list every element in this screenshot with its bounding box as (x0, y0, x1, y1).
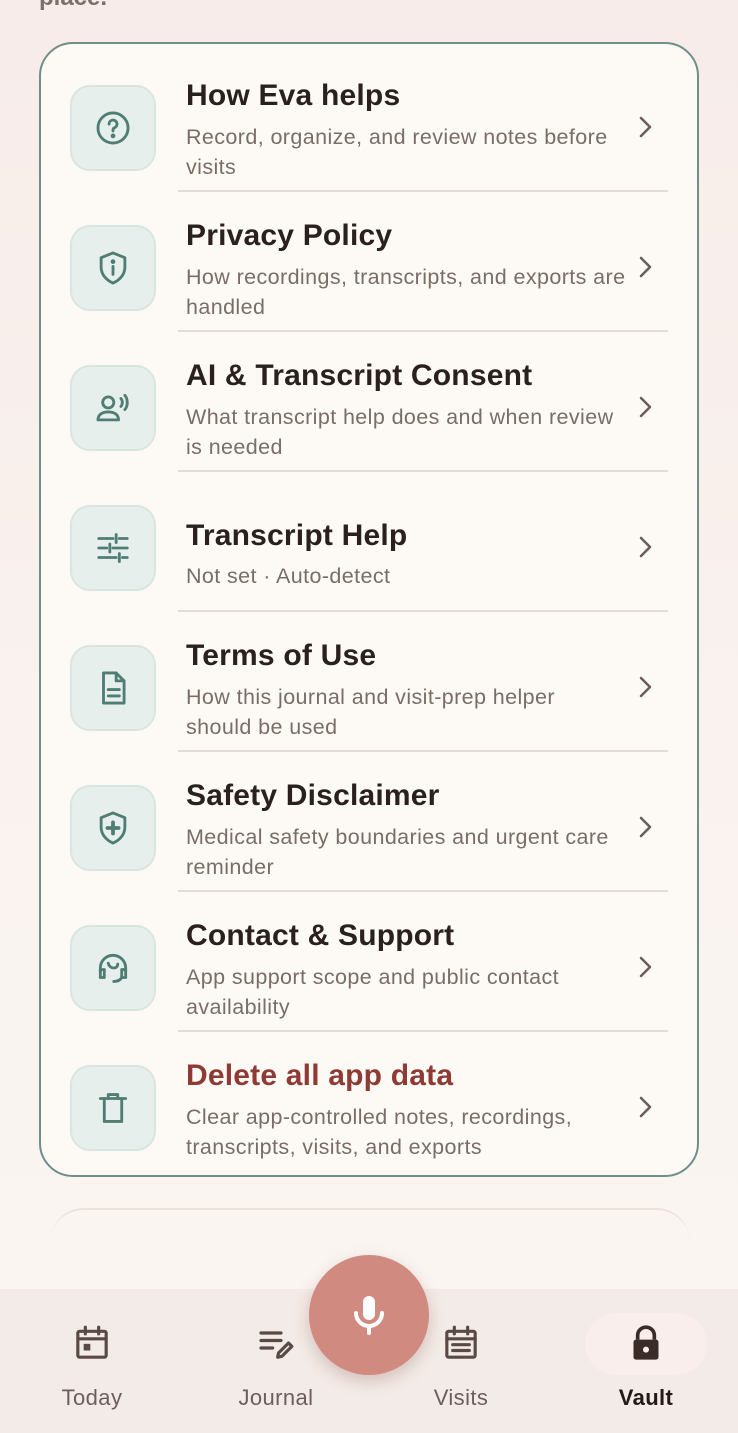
next-card-edge (50, 1208, 690, 1248)
menu-item-terms-of-use[interactable]: Terms of Use How this journal and visit-… (41, 612, 697, 752)
nav-vault[interactable]: Vault (576, 1289, 716, 1433)
menu-item-transcript-help[interactable]: Transcript Help Not set · Auto-detect (41, 472, 697, 612)
record-button[interactable] (309, 1255, 429, 1375)
calendar-icon (76, 1325, 108, 1359)
menu-item-subtitle: What transcript help does and when revie… (186, 405, 614, 459)
nav-label: Vault (618, 1385, 674, 1410)
nav-label: Today (61, 1385, 123, 1410)
nav-label: Visits (433, 1385, 489, 1410)
menu-item-safety-disclaimer[interactable]: Safety Disclaimer Medical safety boundar… (41, 752, 697, 892)
partial-page-text: place. (39, 0, 107, 12)
chevron-right-icon (639, 1096, 652, 1118)
chevron-right-icon (639, 256, 652, 278)
shield-plus-icon (70, 785, 156, 871)
menu-item-title: Transcript Help (186, 519, 408, 552)
chevron-right-icon (639, 396, 652, 418)
menu-item-subtitle: How this journal and visit-prep helper s… (186, 685, 555, 739)
menu-item-title: Delete all app data (186, 1059, 454, 1092)
lock-icon (633, 1325, 659, 1360)
visits-list-icon (445, 1325, 477, 1359)
nav-label: Journal (238, 1385, 314, 1410)
menu-item-title: Contact & Support (186, 919, 455, 952)
menu-item-title: AI & Transcript Consent (186, 359, 533, 392)
chevron-right-icon (639, 676, 652, 698)
menu-item-title: How Eva helps (186, 79, 401, 112)
menu-item-subtitle: How recordings, transcripts, and exports… (186, 265, 626, 319)
chevron-right-icon (639, 956, 652, 978)
menu-item-contact-support[interactable]: Contact & Support App support scope and … (41, 892, 697, 1032)
menu-item-subtitle: Clear app-controlled notes, recordings, … (186, 1105, 573, 1159)
menu-item-delete-all-data[interactable]: Delete all app data Clear app-controlled… (41, 1032, 697, 1172)
menu-item-privacy-policy[interactable]: Privacy Policy How recordings, transcrip… (41, 192, 697, 332)
microphone-icon (354, 1296, 384, 1335)
headset-icon (70, 925, 156, 1011)
chevron-right-icon (639, 116, 652, 138)
settings-menu-card: How Eva helps Record, organize, and revi… (39, 42, 699, 1177)
trash-icon (70, 1065, 156, 1151)
menu-item-title: Safety Disclaimer (186, 779, 440, 812)
chevron-right-icon (639, 816, 652, 838)
document-icon (70, 645, 156, 731)
menu-item-how-eva-helps[interactable]: How Eva helps Record, organize, and revi… (41, 52, 697, 192)
menu-item-subtitle: Medical safety boundaries and urgent car… (186, 825, 609, 879)
chevron-right-icon (639, 536, 652, 558)
menu-item-subtitle: App support scope and public contact ava… (186, 965, 559, 1019)
menu-item-title: Privacy Policy (186, 219, 393, 252)
menu-item-title: Terms of Use (186, 639, 377, 672)
menu-item-subtitle: Record, organize, and review notes befor… (186, 125, 608, 179)
help-circle-icon (70, 85, 156, 171)
shield-info-icon (70, 225, 156, 311)
voice-person-icon (70, 365, 156, 451)
journal-edit-icon (259, 1331, 294, 1359)
menu-item-ai-transcript-consent[interactable]: AI & Transcript Consent What transcript … (41, 332, 697, 472)
sliders-icon (70, 505, 156, 591)
nav-today[interactable]: Today (22, 1289, 162, 1433)
menu-item-subtitle: Not set · Auto-detect (186, 564, 391, 588)
